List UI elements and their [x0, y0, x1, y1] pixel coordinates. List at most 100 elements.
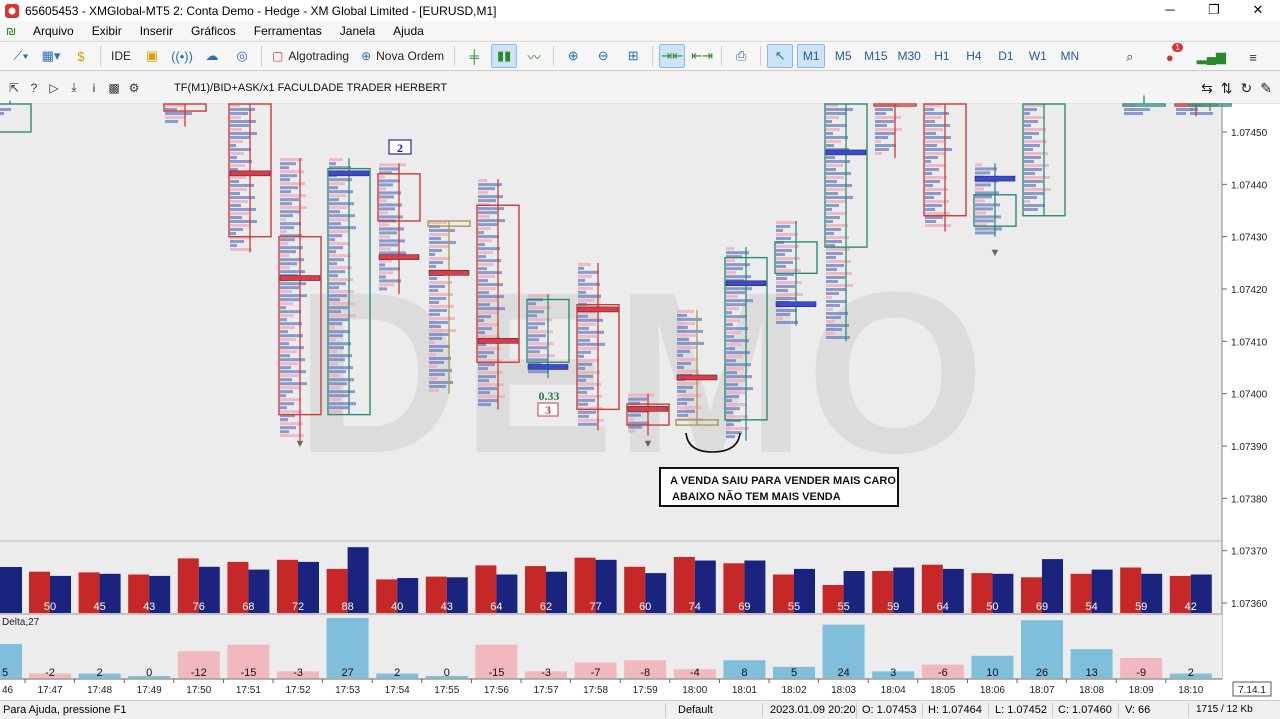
- profile-bar: [280, 186, 298, 190]
- profile-bar: [726, 415, 748, 419]
- profile-bar: [329, 374, 339, 378]
- profile-bar: [429, 312, 440, 316]
- bar-chart-icon[interactable]: ╪: [461, 44, 487, 68]
- candlestick-icon[interactable]: ▮▮: [491, 44, 518, 68]
- notifications-icon[interactable]: ● 1: [1157, 43, 1183, 69]
- tf-m5[interactable]: M5: [829, 44, 857, 68]
- zoom-out-icon[interactable]: ⊖: [590, 44, 616, 68]
- profile-bar: [230, 240, 244, 243]
- profiles-icon[interactable]: ▦▾: [38, 44, 64, 68]
- profile-bar: [280, 190, 291, 194]
- profile-bar: [329, 198, 339, 202]
- profile-bar: [975, 199, 985, 203]
- profile-bar: [329, 194, 346, 198]
- profile-bar: [478, 323, 499, 327]
- profile-bar: [677, 397, 694, 401]
- profile-bar: [280, 406, 287, 410]
- profile-bar: [280, 322, 302, 326]
- profile-bar: [578, 378, 586, 382]
- menu-ferramentas[interactable]: Ferramentas: [245, 24, 331, 38]
- menu-ajuda[interactable]: Ajuda: [384, 24, 433, 38]
- profile-bar: [280, 354, 290, 358]
- cursor-icon[interactable]: ↖: [767, 44, 794, 68]
- line-chart-icon[interactable]: 〰: [521, 44, 547, 68]
- chart-shift-icon[interactable]: ⇤⇥: [689, 44, 715, 68]
- tile-windows-icon[interactable]: ⊞: [620, 44, 646, 68]
- profile-bar: [329, 318, 349, 322]
- profile-bar: [726, 379, 745, 383]
- menu-exibir[interactable]: Exibir: [83, 24, 131, 38]
- minimize-button[interactable]: ─: [1148, 0, 1192, 21]
- poc-level: [577, 306, 619, 313]
- menu-janela[interactable]: Janela: [331, 24, 384, 38]
- new-chart-icon[interactable]: ⟋▾: [8, 44, 34, 68]
- menu-graficos[interactable]: Gráficos: [182, 24, 245, 38]
- profile-bar: [677, 369, 699, 373]
- ide-button[interactable]: IDE: [107, 44, 135, 68]
- profile-bar: [230, 120, 256, 123]
- profile-bar: [280, 286, 299, 290]
- profile-bar: [478, 191, 488, 195]
- profile-bar: [329, 230, 349, 234]
- profile-bar: [726, 355, 743, 359]
- profile-bar: [280, 378, 292, 382]
- tf-mn[interactable]: MN: [1056, 44, 1084, 68]
- profile-bar: [528, 370, 549, 374]
- delta-value: 5: [791, 667, 797, 679]
- market-icon[interactable]: $: [68, 44, 94, 68]
- tf-d1[interactable]: D1: [992, 44, 1020, 68]
- zoom-in-icon[interactable]: ⊕: [560, 44, 586, 68]
- profile-bar: [578, 366, 585, 370]
- profile-bar: [1024, 148, 1033, 151]
- profile-bar: [429, 236, 441, 240]
- screenshot-icon[interactable]: ⎙: [728, 44, 754, 68]
- profile-bar: [826, 108, 853, 111]
- profile-bar: [478, 371, 503, 375]
- signal-strength-icon[interactable]: ▂▄▆: [1197, 45, 1226, 69]
- profile-bar: [726, 287, 752, 291]
- chart-menu-icon[interactable]: ₪: [6, 24, 20, 38]
- price-chart[interactable]: DEMO 1.074501.074401.074301.074201.07410…: [0, 72, 1280, 700]
- tf-w1[interactable]: W1: [1024, 44, 1052, 68]
- profile-bar: [429, 256, 450, 260]
- signals-icon[interactable]: ((•)): [169, 44, 195, 68]
- profile-bar: [1024, 172, 1035, 175]
- profile-bar: [379, 231, 397, 235]
- market-bag-icon[interactable]: ▣: [139, 44, 165, 68]
- profile-bar: [280, 430, 289, 434]
- profile-bar: [925, 148, 952, 151]
- close-button[interactable]: ✕: [1236, 0, 1280, 21]
- menu-lines-icon[interactable]: ≡: [1240, 45, 1266, 69]
- tf-m15[interactable]: M15: [861, 44, 890, 68]
- menu-arquivo[interactable]: Arquivo: [24, 24, 83, 38]
- tf-h4[interactable]: H4: [960, 44, 988, 68]
- vps-cloud-icon[interactable]: ☁: [199, 44, 225, 68]
- maximize-button[interactable]: ❐: [1192, 0, 1236, 21]
- profile-bar: [578, 338, 590, 342]
- price-label: 1.07400: [1231, 390, 1268, 401]
- profile-bar: [826, 256, 836, 259]
- profile-bar: [478, 291, 489, 295]
- autoscroll-icon[interactable]: ⇥⇤: [659, 44, 686, 68]
- algotrading-button[interactable]: ▢ Algotrading: [268, 44, 353, 68]
- web-icon[interactable]: ◎: [229, 44, 255, 68]
- volume-value: 59: [887, 601, 899, 613]
- profile-bar: [826, 264, 844, 267]
- profile-bar: [826, 332, 835, 335]
- menu-inserir[interactable]: Inserir: [131, 24, 182, 38]
- profile-bar: [379, 247, 391, 251]
- tf-h1[interactable]: H1: [928, 44, 956, 68]
- profile-bar: [975, 231, 995, 235]
- new-order-button[interactable]: ⊕ Nova Ordem: [357, 44, 448, 68]
- search-icon[interactable]: ⌕: [1117, 45, 1143, 69]
- profile-bar: [826, 140, 841, 143]
- profile-bar: [429, 244, 449, 248]
- tf-m1[interactable]: M1: [797, 44, 826, 68]
- profile-bar: [280, 366, 291, 370]
- poc-level: [229, 170, 271, 177]
- volume-value: 76: [193, 601, 205, 613]
- profile-bar: [429, 388, 439, 392]
- profile-bar: [329, 242, 350, 246]
- tf-m30[interactable]: M30: [895, 44, 924, 68]
- volume-value: 40: [391, 601, 403, 613]
